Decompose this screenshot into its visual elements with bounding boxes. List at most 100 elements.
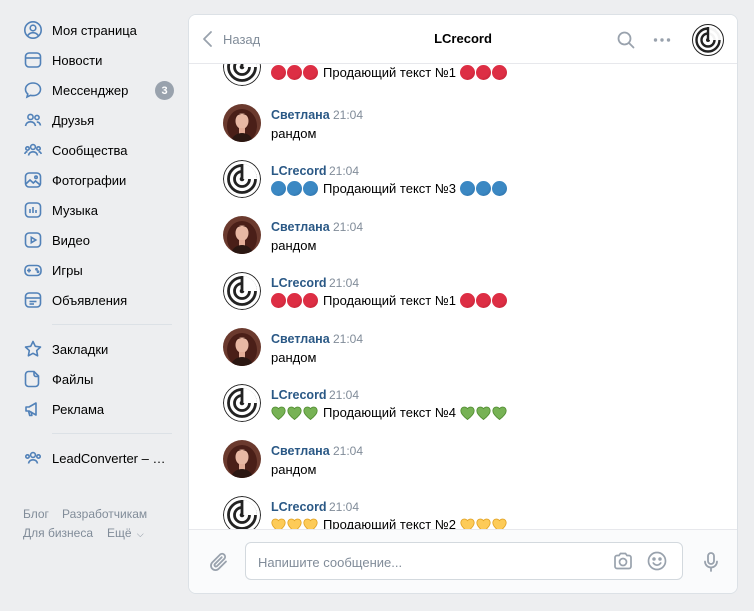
- sidebar-item-communities[interactable]: Сообщества: [14, 136, 184, 164]
- message-text: рандом: [271, 462, 316, 477]
- message-time: 21:04: [329, 500, 360, 514]
- red-circle-icon: [303, 65, 318, 80]
- gamepad-icon: [14, 260, 52, 280]
- message-author[interactable]: LCrecord: [271, 164, 327, 178]
- footer-link-developers[interactable]: Разработчикам: [62, 507, 147, 521]
- message-text-content: рандом: [271, 350, 317, 365]
- message-time: 21:04: [329, 276, 360, 290]
- message-author[interactable]: Светлана: [271, 332, 330, 346]
- message-text: Продающий текст №4: [271, 405, 508, 420]
- avatar[interactable]: [223, 440, 261, 478]
- message-input-box: [245, 542, 683, 580]
- sidebar-item-files[interactable]: Файлы: [14, 365, 184, 393]
- sidebar-item-games[interactable]: Игры: [14, 256, 184, 284]
- sidebar-item-messenger[interactable]: Мессенджер 3: [14, 76, 184, 104]
- avatar[interactable]: [223, 328, 261, 366]
- sidebar-item-label: Новости: [52, 52, 103, 68]
- message-item: Светлана 21:04 рандом: [189, 440, 737, 496]
- avatar[interactable]: [223, 272, 261, 310]
- footer-link-blog[interactable]: Блог: [23, 507, 49, 521]
- search-icon[interactable]: [615, 29, 637, 51]
- left-sidebar: Моя страница Новости Мессенджер 3 Друзья…: [0, 0, 188, 611]
- message-author[interactable]: LCrecord: [271, 388, 327, 402]
- sidebar-item-label: Файлы: [52, 371, 94, 387]
- message-author[interactable]: LCrecord: [271, 276, 327, 290]
- message-author[interactable]: Светлана: [271, 108, 330, 122]
- sidebar-item-label: Друзья: [52, 112, 95, 128]
- friends-icon: [14, 110, 52, 130]
- avatar[interactable]: [223, 216, 261, 254]
- more-icon[interactable]: [651, 29, 673, 51]
- user-circle-icon: [14, 20, 52, 40]
- sidebar-item-friends[interactable]: Друзья: [14, 106, 184, 134]
- message-input[interactable]: [258, 552, 588, 572]
- microphone-icon[interactable]: [699, 550, 723, 574]
- sidebar-item-bookmarks[interactable]: Закладки: [14, 335, 184, 363]
- blue-circle-icon: [460, 181, 476, 196]
- message-author[interactable]: Светлана: [271, 444, 330, 458]
- avatar[interactable]: [223, 160, 261, 198]
- sidebar-item-news[interactable]: Новости: [14, 46, 184, 74]
- message-author[interactable]: LCrecord: [271, 500, 327, 514]
- sidebar-item-label: Моя страница: [52, 22, 137, 38]
- message-composer: [189, 529, 737, 593]
- red-circle-icon: [303, 293, 318, 308]
- red-circle-icon: [460, 293, 476, 308]
- message-time: 21:04: [329, 388, 360, 402]
- blue-circle-icon: [287, 181, 302, 196]
- avatar[interactable]: [223, 496, 261, 531]
- red-circle-icon: [476, 65, 492, 80]
- avatar[interactable]: [223, 64, 261, 86]
- footer-more-label: Ещё: [107, 526, 132, 540]
- red-circle-icon: [476, 293, 492, 308]
- message-author[interactable]: Светлана: [271, 220, 330, 234]
- message-text-content: рандом: [271, 126, 317, 141]
- classifieds-icon: [14, 290, 52, 310]
- sidebar-item-label: Объявления: [52, 292, 128, 308]
- sidebar-item-ads[interactable]: Реклама: [14, 395, 184, 423]
- communities-icon: [14, 140, 52, 160]
- paperclip-icon[interactable]: [207, 550, 231, 574]
- avatar[interactable]: [223, 104, 261, 142]
- sidebar-item-leadconverter[interactable]: LeadConverter – Ко...: [14, 444, 184, 472]
- avatar[interactable]: [223, 384, 261, 422]
- emoji-icon[interactable]: [645, 549, 669, 573]
- sidebar-item-label: Музыка: [52, 202, 98, 218]
- green-heart-icon: [492, 406, 507, 420]
- message-text-content: рандом: [271, 462, 317, 477]
- message-text: рандом: [271, 126, 316, 141]
- message-text: Продающий текст №3: [271, 181, 508, 196]
- sidebar-item-my-page[interactable]: Моя страница: [14, 16, 184, 44]
- footer-link-business[interactable]: Для бизнеса: [23, 526, 93, 540]
- red-circle-icon: [460, 65, 476, 80]
- message-time: 21:04: [333, 444, 364, 458]
- message-text-content: Продающий текст №1: [323, 293, 457, 308]
- chat-avatar-lcrecord[interactable]: [692, 24, 724, 56]
- message-list: Продающий текст №1 Светлана 21:04 рандом…: [189, 64, 737, 531]
- message-item: LCrecord 21:04 Продающий текст №1: [189, 272, 737, 328]
- red-circle-icon: [271, 293, 286, 308]
- sidebar-item-video[interactable]: Видео: [14, 226, 184, 254]
- community-app-icon: [14, 448, 52, 468]
- message-text: рандом: [271, 350, 316, 365]
- sidebar-item-photos[interactable]: Фотографии: [14, 166, 184, 194]
- sidebar-item-label: LeadConverter – Ко...: [52, 450, 172, 466]
- red-circle-icon: [287, 293, 302, 308]
- camera-icon[interactable]: [611, 549, 635, 573]
- message-text: Продающий текст №1: [271, 65, 508, 80]
- green-heart-icon: [303, 406, 318, 420]
- message-time: 21:04: [333, 332, 364, 346]
- sidebar-item-label: Фотографии: [52, 172, 127, 188]
- sidebar-item-label: Сообщества: [52, 142, 128, 158]
- message-text-content: Продающий текст №1: [323, 65, 457, 80]
- sidebar-divider: [52, 433, 172, 434]
- news-icon: [14, 50, 52, 70]
- megaphone-icon: [14, 399, 52, 419]
- message-text: Продающий текст №1: [271, 293, 508, 308]
- chat-header: Назад LCrecord: [189, 15, 737, 64]
- message-time: 21:04: [329, 164, 360, 178]
- footer-link-more[interactable]: Ещё ⌵: [107, 526, 144, 540]
- sidebar-item-music[interactable]: Музыка: [14, 196, 184, 224]
- chevron-down-icon: ⌵: [136, 529, 144, 539]
- sidebar-item-classifieds[interactable]: Объявления: [14, 286, 184, 314]
